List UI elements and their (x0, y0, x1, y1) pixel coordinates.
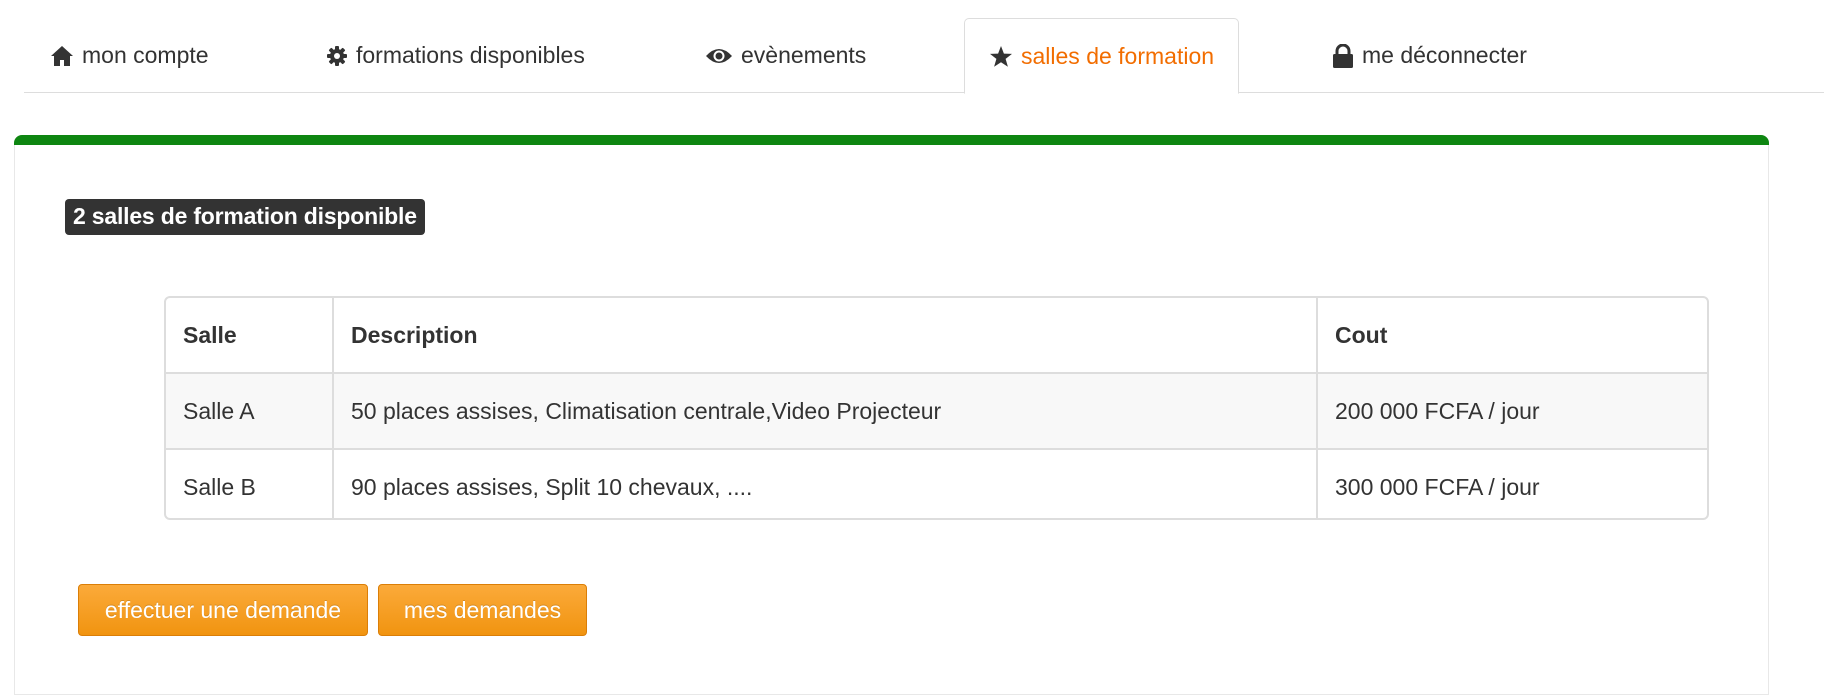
column-header-cout: Cout (1317, 298, 1707, 374)
gear-icon (326, 45, 348, 67)
cell-cout: 200 000 FCFA / jour (1317, 373, 1707, 450)
make-request-button[interactable]: effectuer une demande (78, 584, 368, 636)
tab-mon-compte[interactable]: mon compte (50, 18, 209, 93)
rooms-count-badge: 2 salles de formation disponible (65, 199, 425, 235)
tab-evenements[interactable]: evènements (705, 18, 866, 93)
table-row: Salle B 90 places assises, Split 10 chev… (166, 449, 1707, 518)
cell-description: 50 places assises, Climatisation central… (333, 373, 1318, 450)
cell-description: 90 places assises, Split 10 chevaux, ...… (333, 449, 1318, 518)
panel-top-bar (14, 135, 1769, 145)
my-requests-button[interactable]: mes demandes (378, 584, 587, 636)
table-header-row: Salle Description Cout (166, 298, 1707, 374)
cell-salle: Salle A (166, 373, 334, 450)
content-panel: 2 salles de formation disponible Salle D… (14, 135, 1769, 695)
rooms-table: Salle Description Cout Salle A 50 places… (164, 296, 1709, 520)
tab-formations-disponibles[interactable]: formations disponibles (326, 18, 585, 93)
table-row: Salle A 50 places assises, Climatisation… (166, 373, 1707, 450)
lock-icon (1332, 43, 1354, 68)
star-icon (989, 45, 1013, 68)
cell-salle: Salle B (166, 449, 334, 518)
tab-label: formations disponibles (356, 42, 585, 68)
column-header-salle: Salle (166, 298, 334, 374)
column-header-description: Description (333, 298, 1318, 374)
tab-label: mon compte (82, 42, 209, 68)
tab-me-deconnecter[interactable]: me déconnecter (1332, 18, 1527, 93)
tab-label: me déconnecter (1362, 42, 1527, 68)
cell-cout: 300 000 FCFA / jour (1335, 473, 1540, 500)
nav-tabs: mon compte formations disponibles evènem… (24, 18, 1824, 94)
tab-label: salles de formation (1021, 42, 1215, 69)
eye-icon (705, 46, 733, 66)
tab-label: evènements (741, 42, 867, 68)
tab-salles-de-formation[interactable]: salles de formation (964, 18, 1240, 94)
home-icon (50, 45, 74, 67)
